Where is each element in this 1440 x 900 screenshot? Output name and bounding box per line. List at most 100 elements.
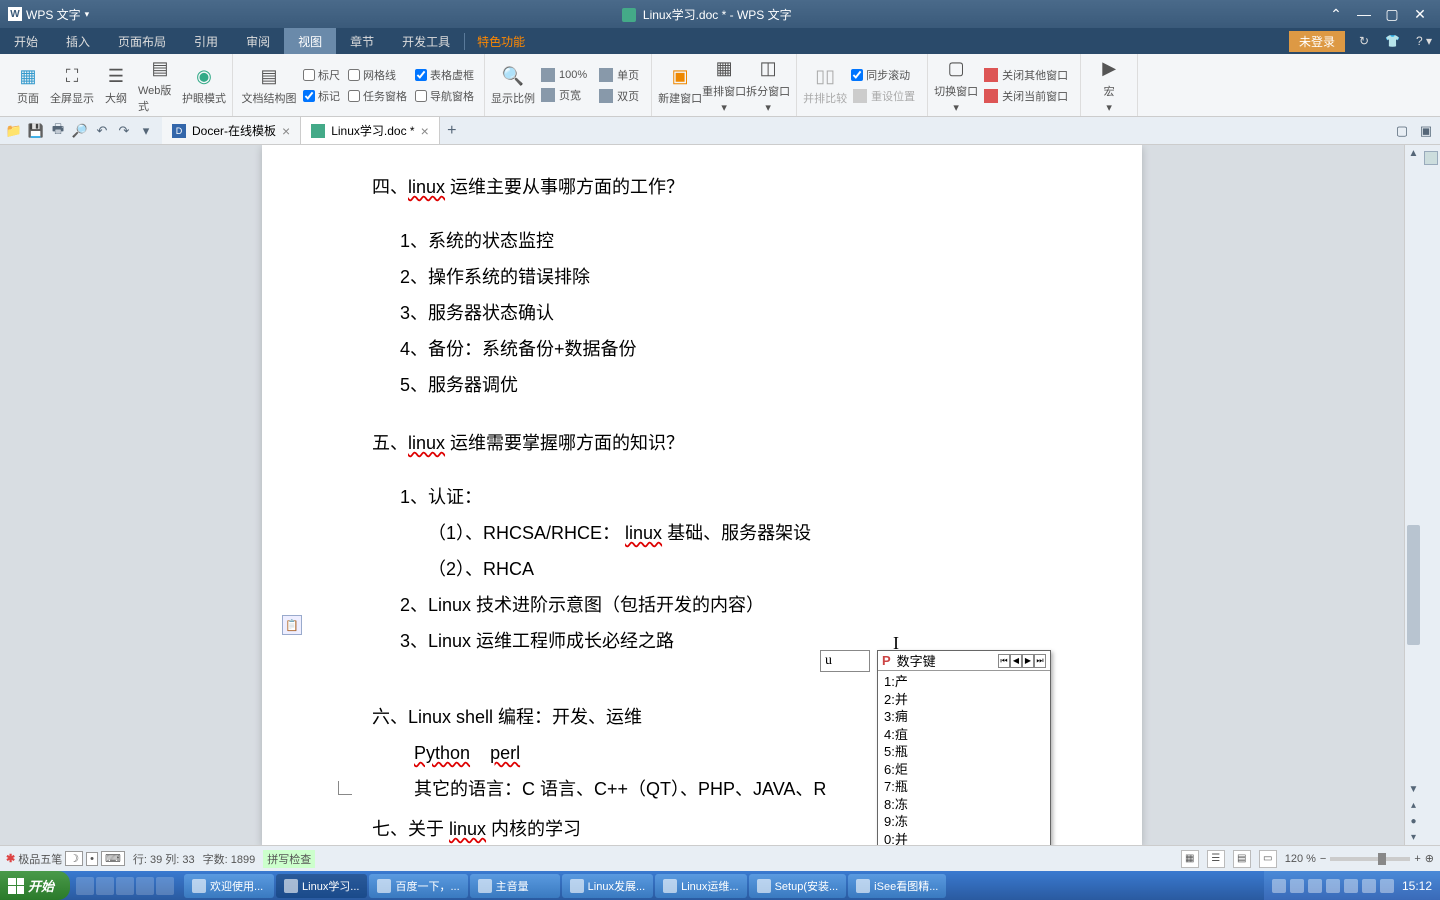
structure-button[interactable]: ▤文档结构图 [239, 56, 299, 114]
ime-keyboard-icon[interactable]: ⌨ [101, 851, 125, 866]
view-web-icon[interactable]: ▤ [1233, 850, 1251, 868]
ql-icon[interactable] [116, 877, 134, 895]
ime-candidate[interactable]: 8:冻 [884, 796, 1044, 814]
ime-status[interactable]: ✱ 极品五笔 ☽ • ⌨ [6, 851, 125, 867]
menu-start[interactable]: 开始 [0, 28, 52, 54]
window-restore-icon[interactable]: ▢ [1392, 121, 1412, 141]
macro-button[interactable]: ▶宏▾ [1087, 56, 1131, 114]
minimize-button[interactable]: — [1354, 4, 1374, 24]
ime-candidate[interactable]: 6:炬 [884, 761, 1044, 779]
tab-linux-doc[interactable]: Linux学习.doc * × [301, 117, 440, 144]
ie-icon[interactable] [76, 877, 94, 895]
tray-icon[interactable] [1380, 879, 1394, 893]
task-item[interactable]: iSee看图精... [848, 874, 946, 898]
prev-page-icon[interactable]: ▴ [1405, 797, 1422, 813]
undo-icon[interactable]: ↶ [92, 121, 112, 141]
ime-candidate[interactable]: 5:瓶 [884, 743, 1044, 761]
menu-page-layout[interactable]: 页面布局 [104, 28, 180, 54]
zoom-in-button[interactable]: + [1414, 853, 1420, 865]
ql-icon[interactable] [136, 877, 154, 895]
task-pane-check[interactable]: 任务窗格 [344, 86, 411, 106]
menu-chapter[interactable]: 章节 [336, 28, 388, 54]
next-page-icon[interactable]: ▾ [1405, 829, 1422, 845]
ql-more-icon[interactable] [156, 877, 174, 895]
web-layout-button[interactable]: ▤Web版式 [138, 56, 182, 114]
menu-references[interactable]: 引用 [180, 28, 232, 54]
save-icon[interactable]: 💾 [26, 121, 46, 141]
zoom-out-button[interactable]: − [1320, 853, 1326, 865]
ime-candidate[interactable]: 1:产 [884, 673, 1044, 691]
new-tab-button[interactable]: + [440, 117, 464, 144]
maximize-button[interactable]: ▢ [1382, 4, 1402, 24]
ime-punct-icon[interactable]: • [86, 852, 98, 866]
qat-more-icon[interactable]: ▾ [136, 121, 156, 141]
ime-candidate[interactable]: 2:并 [884, 691, 1044, 709]
ime-candidate[interactable]: 4:疽 [884, 726, 1044, 744]
menu-view[interactable]: 视图 [284, 28, 336, 54]
tray-icon[interactable] [1272, 879, 1286, 893]
ime-first-icon[interactable]: ⏮ [998, 654, 1010, 668]
task-item[interactable]: Linux学习... [276, 874, 367, 898]
task-item[interactable]: Linux发展... [562, 874, 653, 898]
ime-candidate[interactable]: 7:瓶 [884, 778, 1044, 796]
page-viewport[interactable]: 四、linux 运维主要从事哪方面的工作？ 1、系统的状态监控 2、操作系统的错… [0, 145, 1404, 845]
view-read-icon[interactable]: ▭ [1259, 850, 1277, 868]
open-icon[interactable]: 📁 [4, 121, 24, 141]
switch-window-button[interactable]: ▢切换窗口▾ [934, 56, 978, 114]
ime-composition-box[interactable]: u [820, 650, 870, 672]
ime-candidate[interactable]: 0:并 [884, 831, 1044, 845]
ime-mode-icon[interactable]: ☽ [65, 851, 83, 866]
fit-icon[interactable]: ⊕ [1425, 852, 1434, 865]
window-close-icon[interactable]: ▣ [1416, 121, 1436, 141]
task-item[interactable]: Linux运维... [655, 874, 746, 898]
menu-special[interactable]: 特色功能 [464, 33, 537, 50]
desktop-icon[interactable] [96, 877, 114, 895]
tab-close-icon[interactable]: × [421, 123, 429, 139]
paste-options-icon[interactable]: 📋 [282, 615, 302, 635]
scroll-down-icon[interactable]: ▼ [1405, 781, 1422, 797]
scroll-thumb[interactable] [1407, 525, 1420, 645]
view-outline-icon[interactable]: ☰ [1207, 850, 1225, 868]
side-tool-icon[interactable] [1424, 151, 1438, 165]
arrange-window-button[interactable]: ▦重排窗口▾ [702, 56, 746, 114]
new-window-button[interactable]: ▣新建窗口 [658, 56, 702, 114]
vertical-scrollbar[interactable]: ▲ ▼ ▴ ● ▾ [1404, 145, 1422, 845]
ime-candidate[interactable]: 9:冻 [884, 813, 1044, 831]
sync-scroll-check[interactable]: 同步滚动 [847, 65, 921, 85]
task-item[interactable]: 主音量 [470, 874, 560, 898]
marks-check[interactable]: 标记 [299, 86, 344, 106]
zoom-100-button[interactable]: 100% [535, 66, 593, 84]
tray-icon[interactable] [1308, 879, 1322, 893]
login-button[interactable]: 未登录 [1289, 31, 1345, 52]
help-icon[interactable]: ? ▾ [1408, 34, 1440, 48]
tray-icon[interactable] [1344, 879, 1358, 893]
nav-pane-check[interactable]: 导航窗格 [411, 86, 478, 106]
tray-icon[interactable] [1362, 879, 1376, 893]
eye-mode-button[interactable]: ◉护眼模式 [182, 56, 226, 114]
tray-icon[interactable] [1290, 879, 1304, 893]
ribbon-collapse-icon[interactable]: ⌃ [1326, 4, 1346, 24]
menu-dev-tools[interactable]: 开发工具 [388, 28, 464, 54]
ime-candidate[interactable]: 3:痈 [884, 708, 1044, 726]
zoom-slider[interactable] [1330, 857, 1410, 861]
print-preview-icon[interactable]: 🔎 [70, 121, 90, 141]
grid-check[interactable]: 网格线 [344, 65, 411, 85]
taskbar-clock[interactable]: 15:12 [1398, 879, 1432, 893]
fullscreen-button[interactable]: ⛶全屏显示 [50, 56, 94, 114]
task-item[interactable]: 欢迎使用... [184, 874, 274, 898]
page-view-button[interactable]: ▦页面 [6, 56, 50, 114]
menu-insert[interactable]: 插入 [52, 28, 104, 54]
scroll-up-icon[interactable]: ▲ [1405, 145, 1422, 161]
print-icon[interactable]: 🖶 [48, 121, 68, 141]
ime-prev-icon[interactable]: ◀ [1010, 654, 1022, 668]
zoom-value[interactable]: 120 % [1285, 853, 1316, 865]
ime-candidate-panel[interactable]: P 数字键 ⏮ ◀ ▶ ⏭ 1:产 2:并 3:痈 4:疽 5:瓶 6:炬 7:… [877, 650, 1051, 845]
close-button[interactable]: ✕ [1410, 4, 1430, 24]
menu-review[interactable]: 审阅 [232, 28, 284, 54]
ruler-check[interactable]: 标尺 [299, 65, 344, 85]
start-button[interactable]: 开始 [0, 871, 70, 900]
double-page-button[interactable]: 双页 [593, 86, 645, 106]
word-count[interactable]: 字数: 1899 [203, 851, 256, 867]
select-browse-icon[interactable]: ● [1405, 813, 1422, 829]
single-page-button[interactable]: 单页 [593, 65, 645, 85]
